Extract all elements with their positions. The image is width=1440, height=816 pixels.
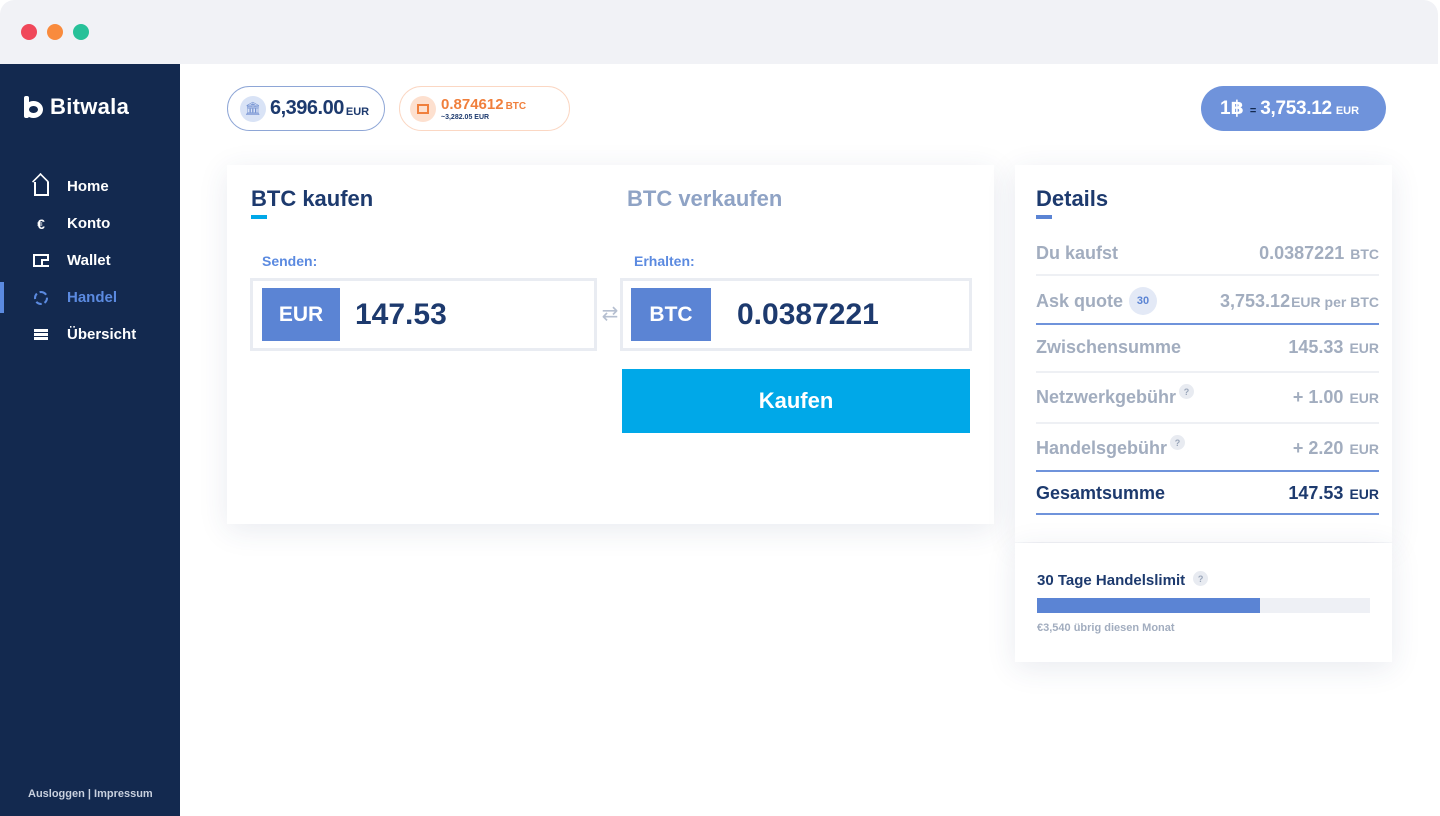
wallet-icon [32, 252, 50, 270]
rate-value: 3,753.12 [1260, 98, 1332, 119]
eur-balance-pill[interactable]: 🏛 6,396.00 EUR [227, 86, 385, 131]
close-window-button[interactable] [21, 24, 37, 40]
btc-balance-currency: BTC [505, 100, 527, 112]
rate-currency: EUR [1335, 105, 1360, 117]
detail-value: 0.0387221 [1259, 243, 1345, 263]
limit-remaining-note: €3,540 übrig diesen Monat [1037, 622, 1175, 634]
detail-row-ask-quote: Ask quote 30 3,753.12 EUR per BTC [1036, 287, 1379, 315]
detail-divider [1036, 371, 1379, 373]
footer-links[interactable]: Ausloggen | Impressum [28, 788, 153, 800]
receive-amount-input[interactable] [737, 297, 957, 332]
detail-row-gesamtsumme: Gesamtsumme 147.53 EUR [1036, 483, 1379, 504]
btc-balance-pill[interactable]: 0.874612 BTC ~3,282.05 EUR [399, 86, 570, 131]
brand-logo[interactable]: Bitwala [24, 94, 129, 120]
minimize-window-button[interactable] [47, 24, 63, 40]
detail-value: 145.33 [1288, 337, 1344, 357]
detail-value: 147.53 [1288, 483, 1344, 503]
limit-title-text: 30 Tage Handelslimit [1037, 572, 1186, 589]
sidebar-item-wallet[interactable]: Wallet [0, 242, 180, 279]
sidebar-item-konto[interactable]: € Konto [0, 205, 180, 242]
list-icon [32, 326, 50, 344]
btc-balance-amount: 0.874612 [441, 95, 504, 113]
app-window: Bitwala Home € Konto Wallet Handel Übers… [0, 0, 1438, 816]
eur-balance-amount: 6,396.00 [270, 97, 344, 119]
detail-row-zwischensumme: Zwischensumme 145.33 EUR [1036, 337, 1379, 358]
detail-divider [1036, 422, 1379, 424]
help-icon[interactable]: ? [1170, 435, 1186, 450]
receive-label: Erhalten: [634, 253, 695, 269]
detail-divider [1036, 513, 1379, 515]
limit-title: 30 Tage Handelslimit ? [1037, 571, 1209, 589]
help-icon[interactable]: ? [1193, 571, 1209, 586]
detail-row-du-kaufst: Du kaufst 0.0387221 BTC [1036, 243, 1379, 264]
detail-label: Handelsgebühr [1036, 438, 1168, 458]
eur-balance-currency: EUR [345, 105, 370, 118]
detail-label: Ask quote [1036, 290, 1124, 311]
sidebar-item-handel[interactable]: Handel [0, 279, 180, 316]
trading-limit-card: 30 Tage Handelslimit ? €3,540 übrig dies… [1015, 543, 1392, 662]
rate-lhs-amount: 1 [1220, 98, 1231, 119]
detail-divider [1036, 323, 1379, 325]
limit-progress-fill [1037, 598, 1261, 613]
detail-currency: BTC [1350, 246, 1379, 262]
detail-value: + 1.00 [1292, 387, 1344, 407]
refresh-icon [32, 289, 50, 307]
detail-label: Gesamtsumme [1036, 483, 1166, 503]
sidebar-item-label: Übersicht [67, 326, 137, 343]
window-titlebar [0, 0, 1438, 64]
detail-currency: EUR [1349, 340, 1379, 356]
detail-currency: EUR per BTC [1291, 293, 1379, 310]
detail-currency: EUR [1349, 390, 1379, 406]
sidebar-nav: Home € Konto Wallet Handel Übersicht [0, 168, 180, 353]
wallet-icon [410, 95, 436, 122]
detail-value: 3,753.12 [1220, 290, 1291, 311]
euro-icon: € [37, 215, 45, 232]
detail-currency: EUR [1349, 441, 1379, 457]
maximize-window-button[interactable] [73, 24, 89, 40]
help-icon[interactable]: ? [1179, 384, 1195, 399]
trade-card: BTC kaufen BTC verkaufen Senden: EUR ⇄ E… [227, 165, 994, 524]
bitwala-logo-icon [24, 96, 44, 118]
btc-balance-eur-equivalent: ~3,282.05 EUR [441, 113, 490, 121]
tab-btc-kaufen[interactable]: BTC kaufen [251, 186, 373, 219]
sidebar-item-label: Wallet [67, 252, 111, 269]
detail-label: Du kaufst [1036, 243, 1119, 263]
rate-equals: = [1249, 105, 1257, 117]
home-icon [32, 178, 50, 196]
send-amount-input[interactable] [355, 297, 575, 332]
send-field: EUR [250, 278, 597, 351]
sidebar-item-label: Handel [67, 289, 118, 306]
sidebar-item-label: Konto [67, 215, 111, 232]
kaufen-button[interactable]: Kaufen [622, 369, 970, 433]
detail-divider [1036, 274, 1379, 276]
details-title: Details [1036, 186, 1109, 219]
sidebar-item-label: Home [67, 178, 109, 195]
receive-currency-badge: BTC [631, 288, 711, 341]
details-card: Details Du kaufst 0.0387221 BTC Ask quote… [1015, 165, 1392, 542]
send-currency-badge: EUR [262, 288, 340, 341]
detail-label: Zwischensumme [1036, 337, 1182, 357]
detail-value: + 2.20 [1292, 438, 1344, 458]
bitcoin-icon: ฿ [1230, 98, 1244, 119]
detail-row-handelsgebuehr: Handelsgebühr? + 2.20 EUR [1036, 435, 1379, 459]
exchange-rate-pill: 1 ฿ = 3,753.12 EUR [1201, 86, 1386, 131]
main-content: 🏛 6,396.00 EUR 0.874612 BTC ~3,282.05 EU… [180, 64, 1438, 816]
sidebar-item-home[interactable]: Home [0, 168, 180, 205]
detail-currency: EUR [1349, 486, 1379, 502]
quote-timer-badge: 30 [1129, 287, 1158, 315]
tab-btc-verkaufen[interactable]: BTC verkaufen [627, 186, 782, 212]
detail-label: Netzwerkgebühr [1036, 387, 1177, 407]
brand-name: Bitwala [50, 94, 130, 119]
limit-progress-bar [1037, 598, 1370, 613]
receive-field: BTC [620, 278, 972, 351]
detail-divider [1036, 470, 1379, 472]
sidebar-item-uebersicht[interactable]: Übersicht [0, 316, 180, 353]
sidebar: Bitwala Home € Konto Wallet Handel Übers… [0, 64, 180, 816]
detail-row-netzwerkgebuehr: Netzwerkgebühr? + 1.00 EUR [1036, 384, 1379, 408]
bank-icon: 🏛 [240, 95, 266, 122]
send-label: Senden: [262, 253, 318, 269]
